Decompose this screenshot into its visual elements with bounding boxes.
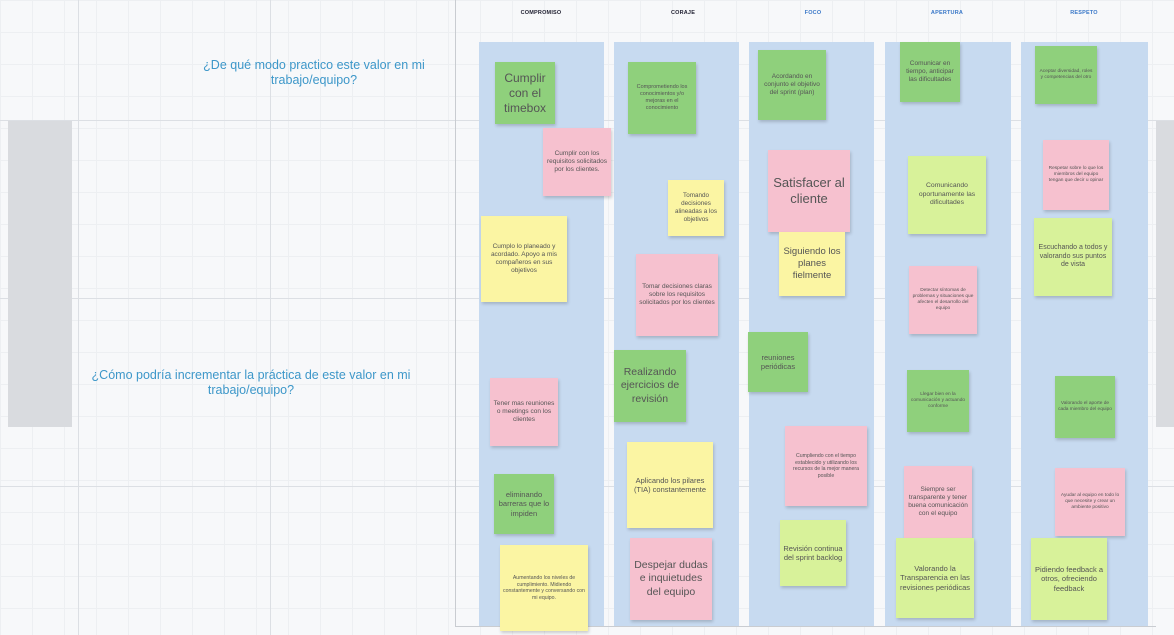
sticky-note[interactable]: Despejar dudas e inquietudes del equipo	[630, 538, 712, 620]
sticky-note[interactable]: Satisfacer al cliente	[768, 150, 850, 232]
sticky-note[interactable]: Escuchando a todos y valorando sus punto…	[1034, 218, 1112, 296]
canvas-divider	[270, 0, 271, 635]
question-practice: ¿De qué modo practico este valor en mi t…	[203, 58, 425, 87]
sticky-note[interactable]: Cumplir con el timebox	[495, 62, 555, 124]
column-header-apertura: APERTURA	[930, 10, 964, 16]
sticky-note[interactable]: eliminando barreras que lo impiden	[494, 474, 554, 534]
sticky-note[interactable]: Tener mas reuniones o meetings con los c…	[490, 378, 558, 446]
sticky-note[interactable]: Ayudar al equipo en todo lo que necesite…	[1055, 468, 1125, 536]
sticky-note[interactable]: Tomar decisiones claras sobre los requis…	[636, 254, 718, 336]
column-header-compromiso: COMPROMISO	[520, 10, 562, 16]
column-header-respeto: RESPETO	[1070, 10, 1098, 16]
sticky-note[interactable]: Pidiendo feedback a otros, ofreciendo fe…	[1031, 538, 1107, 620]
sticky-note[interactable]: Siempre ser transparente y tener buena c…	[904, 466, 972, 538]
sticky-note[interactable]: Valorando el aporte de cada miembro del …	[1055, 376, 1115, 438]
sticky-note[interactable]: Cumplir con los requisitos solicitados p…	[543, 128, 611, 196]
sticky-note[interactable]: Aplicando los pilares (TIA) constantemen…	[627, 442, 713, 528]
sticky-note[interactable]: Respetar sobre lo que los miembros del e…	[1043, 140, 1109, 210]
sticky-note[interactable]: Aumentando los niveles de cumplimiento. …	[500, 545, 588, 631]
sticky-note[interactable]: Aceptar diversidad, roles y competencias…	[1035, 46, 1097, 104]
background-shape	[8, 121, 72, 427]
sticky-note[interactable]: Comunicar en tiempo, anticipar las dific…	[900, 42, 960, 102]
sticky-note[interactable]: Cumplo lo planeado y acordado. Apoyo a m…	[481, 216, 567, 302]
sticky-note[interactable]: Cumpliendo con el tiempo establecido y u…	[785, 426, 867, 506]
sticky-note[interactable]: Revisión continua del sprint backlog	[780, 520, 846, 586]
background-shape	[1156, 121, 1174, 427]
sticky-note[interactable]: Tomando decisiones alineadas a los objet…	[668, 180, 724, 236]
column-header-foco: FOCO	[804, 10, 822, 16]
sticky-note[interactable]: Realizando ejercicios de revisión	[614, 350, 686, 422]
sticky-note[interactable]: Comunicando oportunamente las dificultad…	[908, 156, 986, 234]
sticky-note[interactable]: Detectar síntomas de problemas y situaci…	[909, 266, 977, 334]
sticky-note[interactable]: Comprometiendo los conocimientos y/o mej…	[628, 62, 696, 134]
sticky-note[interactable]: reuniones periódicas	[748, 332, 808, 392]
column-header-coraje: CORAJE	[670, 10, 696, 16]
sticky-note[interactable]: Siguiendo los planes fielmente	[779, 232, 845, 296]
question-increase: ¿Cómo podría incrementar la práctica de …	[91, 368, 411, 397]
sticky-note[interactable]: Valorando la Transparencia en las revisi…	[896, 538, 974, 618]
sticky-note[interactable]: Llegar bien en la comunicación y actuand…	[907, 370, 969, 432]
canvas-divider	[78, 0, 79, 635]
sticky-note[interactable]: Acordando en conjunto el objetivo del sp…	[758, 50, 826, 120]
